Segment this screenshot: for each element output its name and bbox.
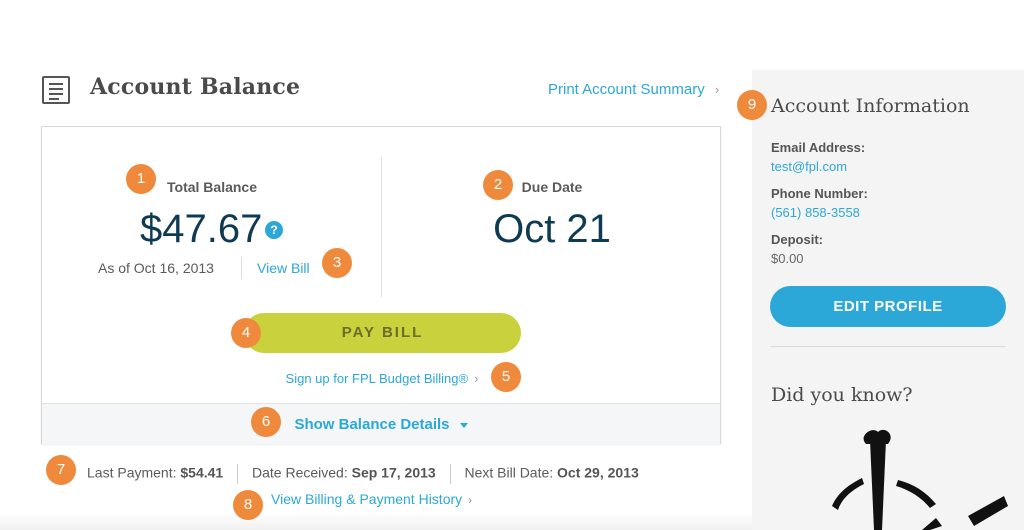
separator (241, 257, 242, 279)
date-received-label: Date Received: (252, 464, 348, 481)
did-you-know-title: Did you know? (771, 384, 913, 406)
annotation-badge: 3 (322, 248, 352, 278)
annotation-badge: 1 (126, 164, 156, 194)
account-information-sidebar: Account Information Email Address: test@… (752, 70, 1024, 530)
balance-details-bar: Show Balance Details (42, 403, 720, 444)
help-icon[interactable]: ? (265, 221, 283, 239)
separator (237, 464, 239, 484)
next-bill-date-label: Next Bill Date: (464, 464, 554, 481)
last-payment-label: Last Payment: (87, 464, 177, 481)
deposit-label: Deposit: (771, 232, 823, 247)
sidebar-divider (770, 346, 1006, 347)
email-link[interactable]: test@fpl.com (771, 159, 847, 174)
due-date-value: Oct 21 (493, 207, 611, 251)
annotation-badge: 7 (46, 455, 76, 485)
print-account-summary-link[interactable]: Print Account Summary › (548, 81, 719, 98)
annotation-badge: 9 (737, 90, 767, 120)
last-payment-value: $54.41 (180, 464, 224, 481)
sidebar-title: Account Information (771, 95, 970, 117)
annotation-badge: 5 (491, 362, 521, 392)
caret-down-icon (459, 422, 468, 428)
billing-history-label: View Billing & Payment History (271, 491, 463, 507)
pay-bill-button[interactable]: PAY BILL (244, 313, 521, 353)
deposit-value: $0.00 (771, 251, 804, 266)
annotation-badge: 6 (251, 407, 281, 437)
show-balance-details-label: Show Balance Details (294, 416, 450, 433)
view-bill-link[interactable]: View Bill (257, 260, 310, 276)
show-balance-details-toggle[interactable]: Show Balance Details (42, 416, 720, 433)
budget-billing-link[interactable]: Sign up for FPL Budget Billing® › (42, 371, 722, 386)
chevron-right-icon: › (474, 371, 479, 386)
phone-label: Phone Number: (771, 186, 868, 201)
total-balance-label: Total Balance (167, 179, 257, 195)
print-link-label: Print Account Summary (548, 81, 705, 98)
as-of-date: As of Oct 16, 2013 (98, 260, 214, 276)
chevron-right-icon: › (714, 82, 720, 97)
total-balance-amount: $47.67 (140, 207, 263, 251)
budget-billing-label: Sign up for FPL Budget Billing® (285, 371, 469, 386)
sunburst-illustration (832, 429, 1008, 530)
next-bill-date-value: Oct 29, 2013 (557, 464, 639, 481)
annotation-badge: 8 (233, 490, 263, 520)
page-title: Account Balance (90, 74, 301, 100)
due-date-label: Due Date (521, 179, 583, 195)
annotation-badge: 2 (483, 170, 513, 200)
date-received-value: Sep 17, 2013 (351, 464, 436, 481)
chevron-right-icon: › (468, 493, 473, 507)
separator (449, 464, 451, 484)
footer-fade (0, 512, 752, 530)
annotation-badge: 4 (231, 318, 261, 348)
billing-history-link[interactable]: View Billing & Payment History › (271, 491, 472, 507)
account-summary-icon (42, 76, 70, 104)
edit-profile-button[interactable]: EDIT PROFILE (770, 286, 1006, 327)
email-label: Email Address: (771, 140, 866, 155)
payment-info-row: Last Payment: $54.41 Date Received: Sep … (87, 464, 639, 484)
phone-link[interactable]: (561) 858-3558 (771, 205, 860, 220)
